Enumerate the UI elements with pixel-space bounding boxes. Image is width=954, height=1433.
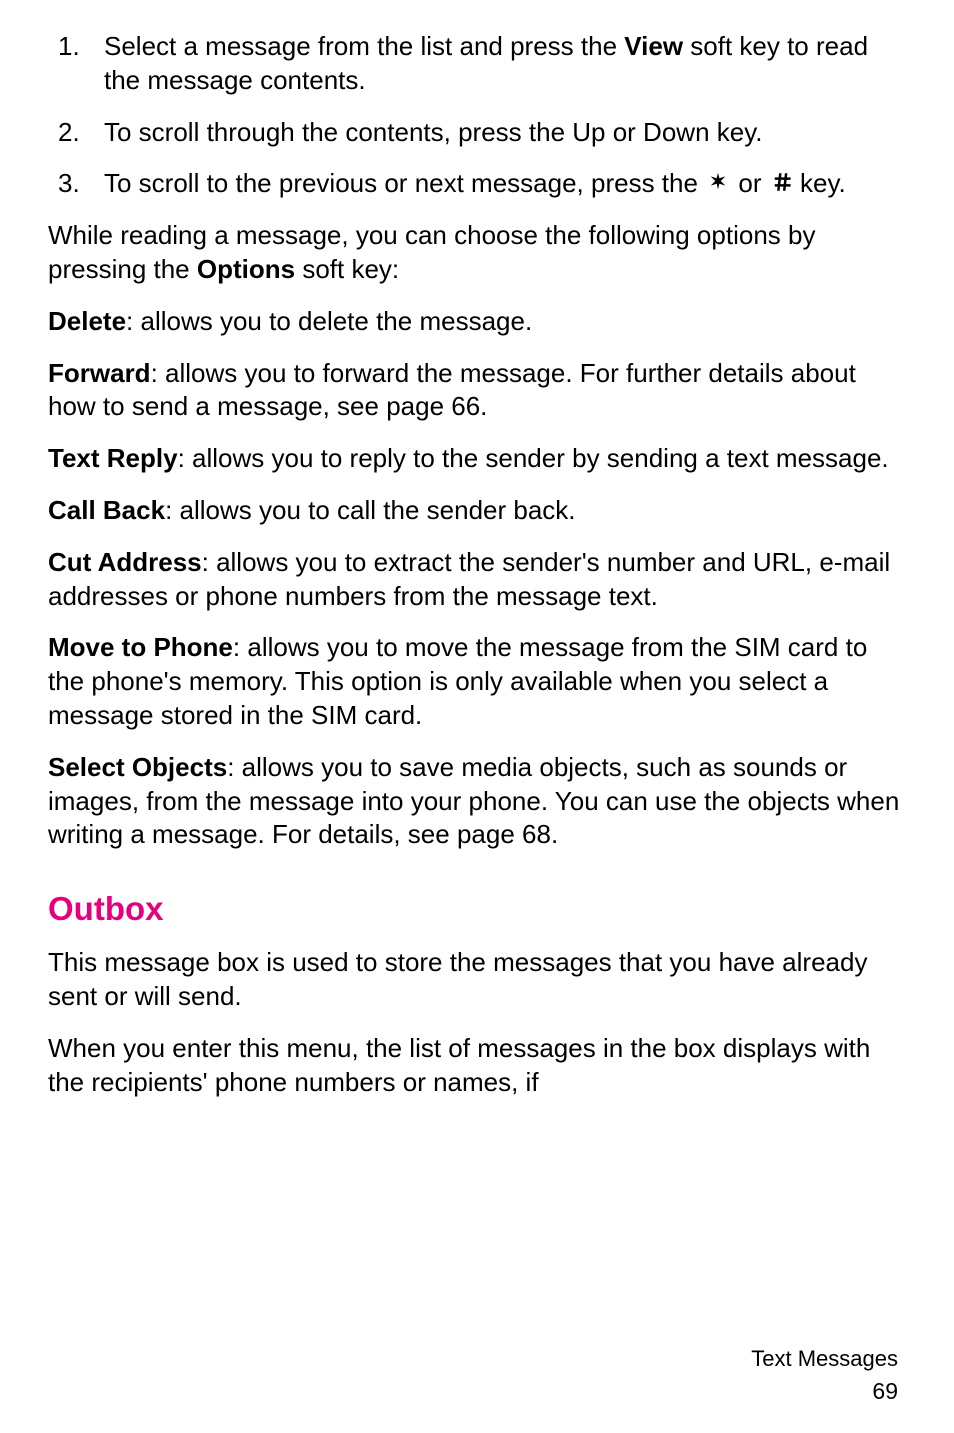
option-delete-desc: : allows you to delete the message.	[126, 306, 532, 336]
step-3-pre: To scroll to the previous or next messag…	[104, 168, 705, 198]
option-forward-desc: : allows you to forward the message. For…	[48, 358, 856, 422]
step-2-body: To scroll through the contents, press th…	[104, 116, 906, 150]
option-select-objects-term: Select Objects	[48, 752, 227, 782]
page-container: 1. Select a message from the list and pr…	[0, 0, 954, 1433]
option-move-to-phone-term: Move to Phone	[48, 632, 233, 662]
options-intro: While reading a message, you can choose …	[48, 219, 906, 287]
options-intro-bold: Options	[197, 254, 295, 284]
option-call-back-term: Call Back	[48, 495, 165, 525]
step-1: 1. Select a message from the list and pr…	[48, 30, 906, 98]
option-delete: Delete: allows you to delete the message…	[48, 305, 906, 339]
option-call-back: Call Back: allows you to call the sender…	[48, 494, 906, 528]
option-forward: Forward: allows you to forward the messa…	[48, 357, 906, 425]
footer-page-number: 69	[751, 1378, 898, 1405]
option-forward-term: Forward	[48, 358, 151, 388]
options-intro-pre: While reading a message, you can choose …	[48, 220, 815, 284]
option-cut-address: Cut Address: allows you to extract the s…	[48, 546, 906, 614]
numbered-steps: 1. Select a message from the list and pr…	[48, 30, 906, 201]
step-3-number: 3.	[48, 167, 104, 201]
step-1-pre: Select a message from the list and press…	[104, 31, 624, 61]
outbox-p1: This message box is used to store the me…	[48, 946, 906, 1014]
outbox-p2: When you enter this menu, the list of me…	[48, 1032, 906, 1100]
option-cut-address-term: Cut Address	[48, 547, 202, 577]
step-2: 2. To scroll through the contents, press…	[48, 116, 906, 150]
hash-key-icon	[771, 172, 791, 192]
star-key-icon	[707, 170, 729, 192]
page-footer: Text Messages 69	[751, 1346, 898, 1405]
option-call-back-desc: : allows you to call the sender back.	[165, 495, 575, 525]
step-3: 3. To scroll to the previous or next mes…	[48, 167, 906, 201]
step-1-number: 1.	[48, 30, 104, 64]
step-2-number: 2.	[48, 116, 104, 150]
outbox-heading: Outbox	[48, 890, 906, 928]
option-text-reply-term: Text Reply	[48, 443, 178, 473]
footer-section-title: Text Messages	[751, 1346, 898, 1372]
step-3-body: To scroll to the previous or next messag…	[104, 167, 906, 201]
option-select-objects: Select Objects: allows you to save media…	[48, 751, 906, 852]
step-1-bold: View	[624, 31, 683, 61]
option-text-reply: Text Reply: allows you to reply to the s…	[48, 442, 906, 476]
step-1-body: Select a message from the list and press…	[104, 30, 906, 98]
option-delete-term: Delete	[48, 306, 126, 336]
step-3-post: key.	[793, 168, 846, 198]
options-intro-post: soft key:	[295, 254, 399, 284]
option-move-to-phone: Move to Phone: allows you to move the me…	[48, 631, 906, 732]
step-3-mid: or	[731, 168, 769, 198]
option-text-reply-desc: : allows you to reply to the sender by s…	[178, 443, 889, 473]
